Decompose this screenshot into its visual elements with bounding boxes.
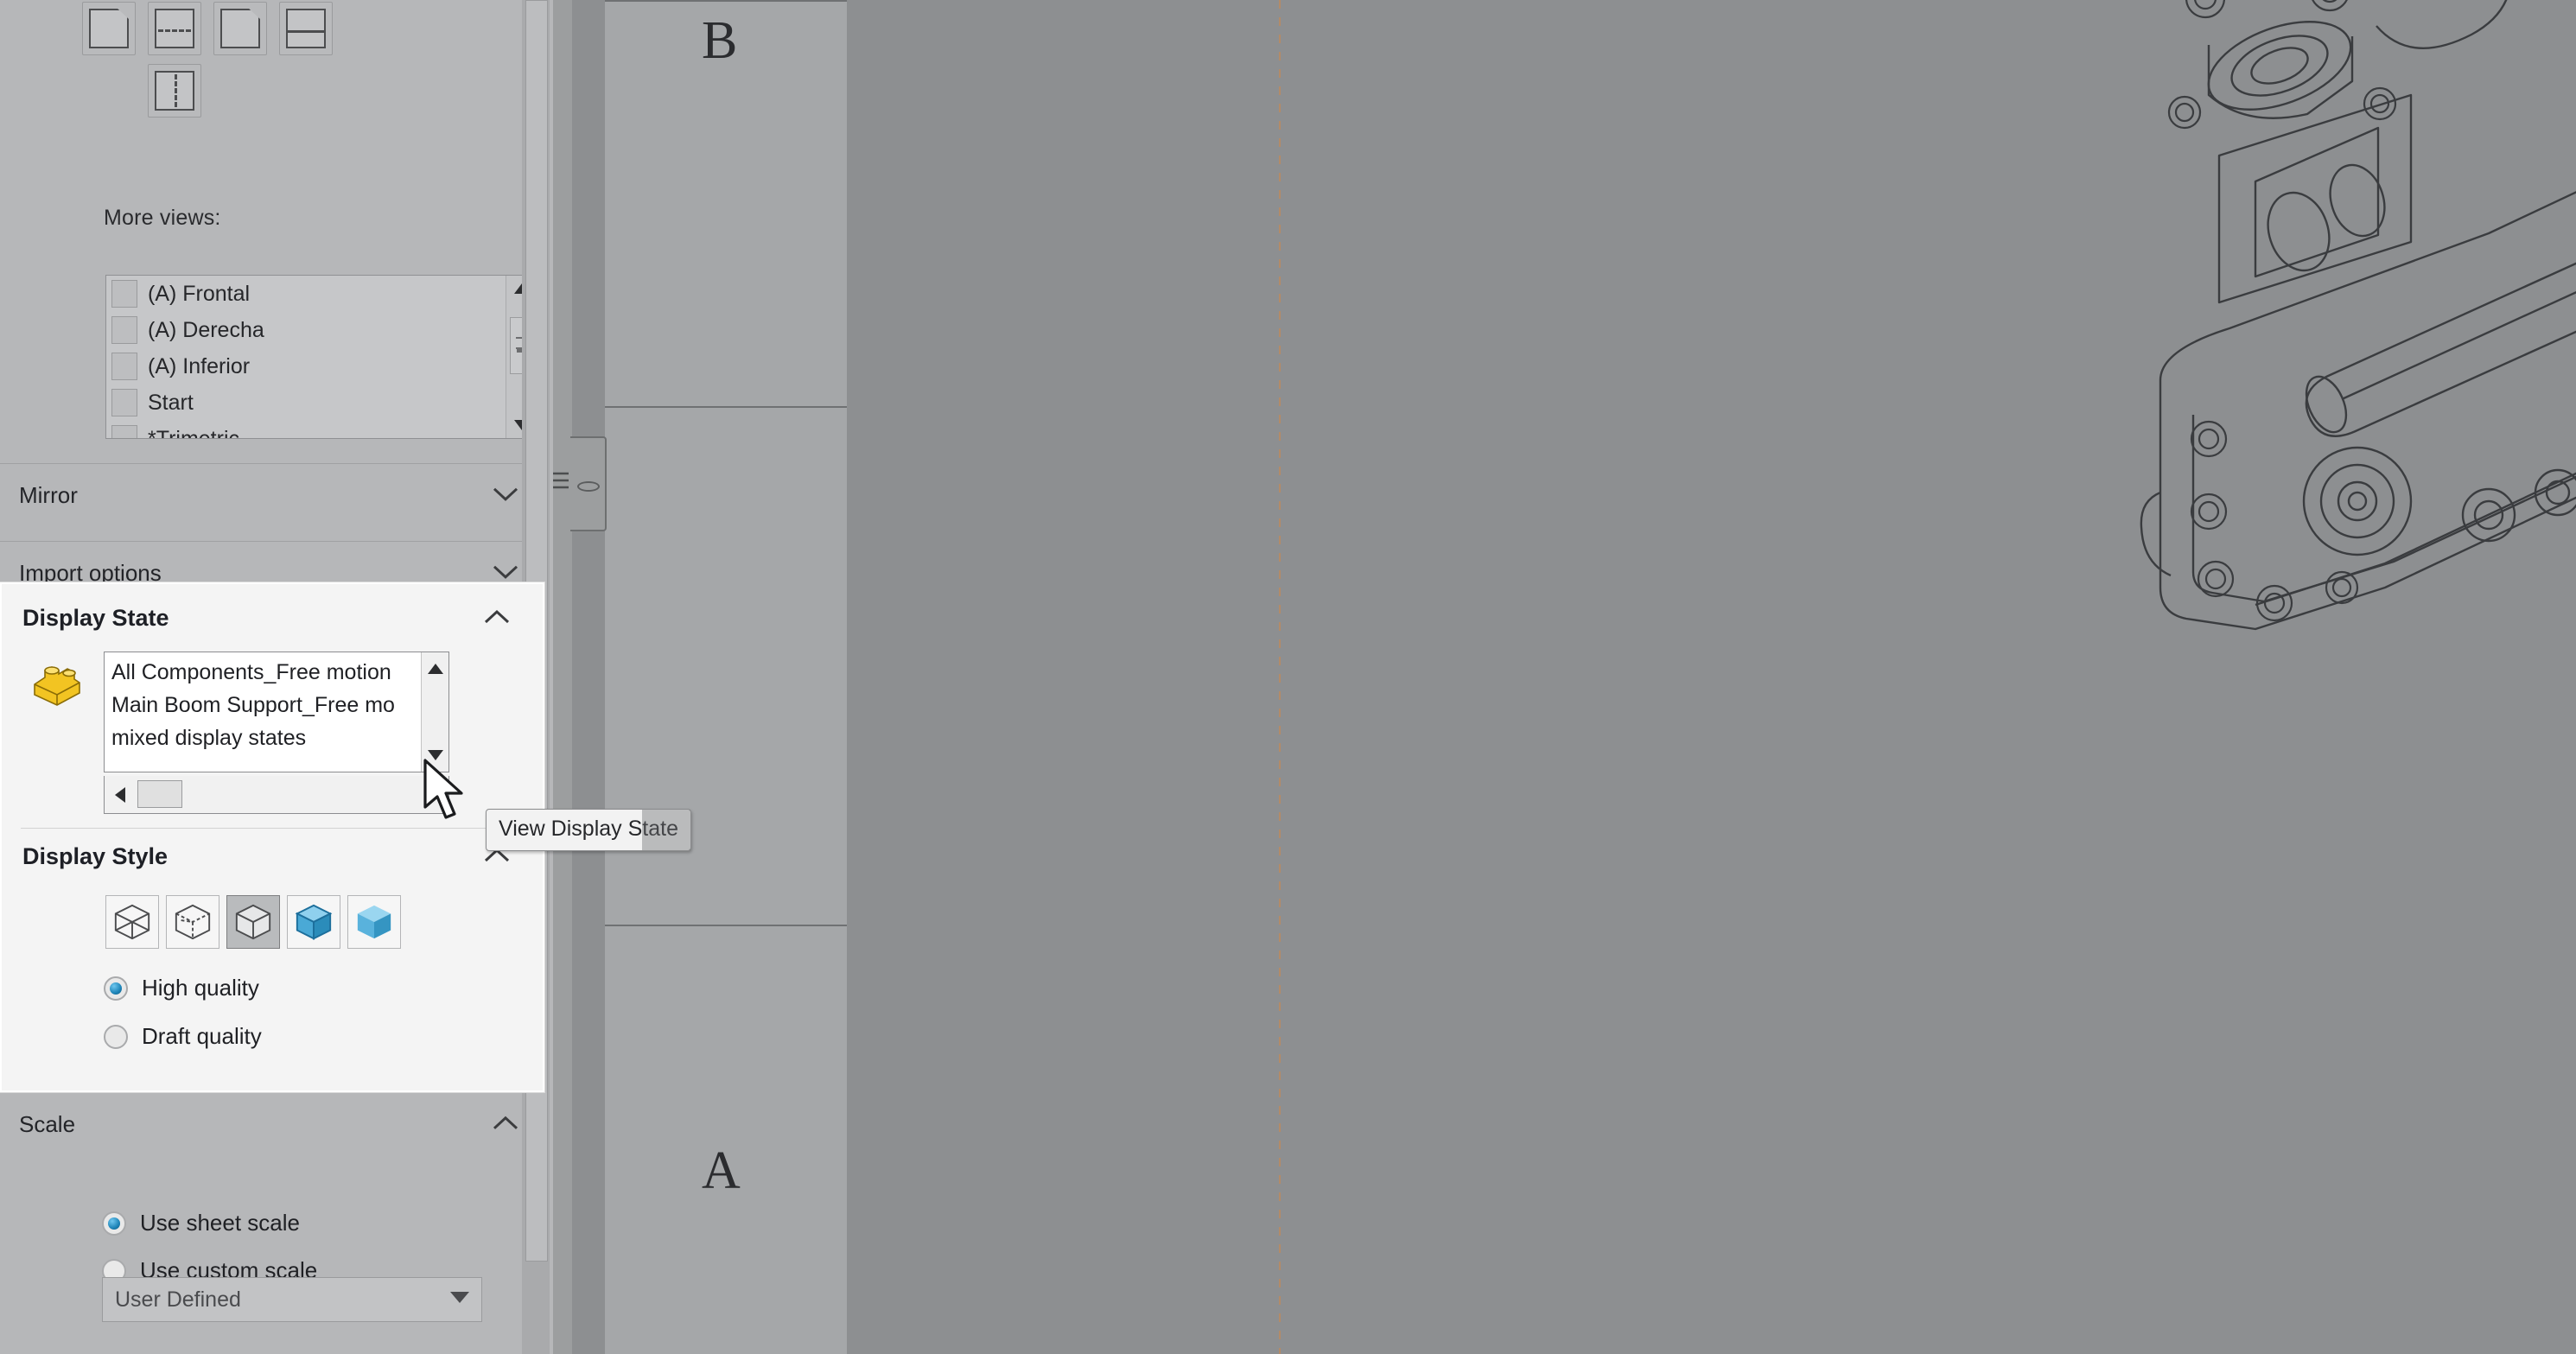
- scroll-up-icon[interactable]: [422, 656, 448, 682]
- display-state-item[interactable]: All Components_Free motion: [111, 656, 419, 689]
- group-scale-title: Scale: [19, 1111, 76, 1137]
- radio-indicator[interactable]: [104, 1024, 128, 1049]
- tooltip-text: View Display State: [499, 817, 678, 841]
- display-style-buttons: [105, 895, 401, 949]
- section-divider: [21, 828, 524, 829]
- more-views-item-checkbox[interactable]: [111, 316, 137, 344]
- more-views-item[interactable]: *Trimetric: [106, 421, 506, 439]
- more-views-item[interactable]: Start: [106, 385, 506, 421]
- display-state-item[interactable]: mixed display states: [111, 721, 419, 754]
- cad-model-drawing: [2140, 0, 2576, 631]
- more-views-label: More views:: [104, 206, 221, 230]
- display-state-horizontal-scrollbar[interactable]: [104, 776, 449, 814]
- display-state-highlight-region: Display State All Components_Free motion…: [0, 582, 544, 1092]
- group-mirror[interactable]: Mirror: [0, 463, 550, 527]
- more-views-list[interactable]: (A) Frontal (A) Derecha (A) Inferior Start *…: [105, 275, 537, 439]
- splitter-grip-icon: [553, 472, 569, 489]
- more-views-item-checkbox[interactable]: [111, 280, 137, 308]
- more-views-item-label: (A) Frontal: [148, 281, 251, 306]
- display-state-lego-icon: [34, 666, 80, 706]
- view-orientation-buttons: [82, 0, 341, 126]
- display-style-wireframe-button[interactable]: [105, 895, 159, 949]
- tooltip-view-display-state: View Display State: [486, 809, 691, 851]
- view-orientation-top-button[interactable]: [279, 2, 333, 55]
- display-state-item[interactable]: Main Boom Support_Free mo: [111, 689, 419, 721]
- display-state-vertical-scrollbar[interactable]: [421, 652, 448, 772]
- more-views-item-label: (A) Inferior: [148, 353, 251, 378]
- radio-high-quality-label: High quality: [142, 975, 259, 1001]
- zone-label-b: B: [702, 11, 738, 70]
- display-style-hidden-lines-visible-button[interactable]: [166, 895, 219, 949]
- more-views-item-checkbox[interactable]: [111, 425, 137, 438]
- more-views-item[interactable]: (A) Derecha: [106, 312, 506, 348]
- zone-label-a: A: [702, 1141, 741, 1200]
- scrollbar-thumb[interactable]: [137, 780, 182, 808]
- mouse-cursor: [423, 759, 463, 819]
- panel-collapse-tab[interactable]: [570, 436, 607, 531]
- more-views-item-checkbox[interactable]: [111, 353, 137, 380]
- more-views-item[interactable]: (A) Inferior: [106, 348, 506, 385]
- radio-use-sheet-scale[interactable]: Use sheet scale: [102, 1210, 300, 1236]
- more-views-item-label: (A) Derecha: [148, 317, 264, 342]
- radio-draft-quality[interactable]: Draft quality: [104, 1023, 262, 1050]
- chevron-down-icon: [493, 486, 518, 501]
- display-state-list[interactable]: All Components_Free motion Main Boom Supp…: [104, 652, 449, 772]
- display-state-title: Display State: [22, 605, 169, 631]
- custom-scale-dropdown[interactable]: User Defined: [102, 1277, 482, 1322]
- chevron-down-icon: [450, 1292, 469, 1307]
- scroll-left-icon[interactable]: [108, 776, 132, 813]
- view-orientation-right-button[interactable]: [213, 2, 267, 55]
- chevron-up-icon: [493, 1116, 518, 1130]
- more-views-item[interactable]: (A) Frontal: [106, 276, 506, 312]
- group-mirror-title: Mirror: [19, 482, 78, 508]
- sheet-center-dashed-line: [1279, 0, 1281, 1354]
- group-scale[interactable]: Scale: [0, 1092, 550, 1156]
- radio-high-quality[interactable]: High quality: [104, 975, 259, 1001]
- display-style-shaded-button[interactable]: [347, 895, 401, 949]
- more-views-item-label: *Trimetric: [148, 426, 240, 439]
- radio-use-sheet-scale-label: Use sheet scale: [140, 1210, 300, 1236]
- application-window: B A More views: (A) Frontal (A) Derecha …: [0, 0, 2576, 1354]
- display-style-hidden-lines-removed-button[interactable]: [226, 895, 280, 949]
- display-style-title: Display Style: [22, 843, 169, 869]
- chevron-up-icon[interactable]: [484, 609, 510, 629]
- custom-scale-value: User Defined: [115, 1287, 241, 1312]
- view-orientation-section-button[interactable]: [148, 2, 201, 55]
- drawing-sheet-area[interactable]: [847, 0, 2576, 1354]
- view-orientation-bottom-button[interactable]: [148, 64, 201, 118]
- sheet-zone-gutter: B A: [605, 0, 847, 1354]
- more-views-item-label: Start: [148, 390, 194, 415]
- chevron-up-icon[interactable]: [484, 848, 510, 868]
- view-orientation-left-button[interactable]: [82, 2, 136, 55]
- radio-indicator[interactable]: [102, 1211, 126, 1236]
- more-views-item-checkbox[interactable]: [111, 389, 137, 416]
- radio-draft-quality-label: Draft quality: [142, 1023, 262, 1049]
- radio-indicator[interactable]: [104, 976, 128, 1001]
- chevron-down-icon: [493, 564, 518, 579]
- display-style-shaded-with-edges-button[interactable]: [287, 895, 340, 949]
